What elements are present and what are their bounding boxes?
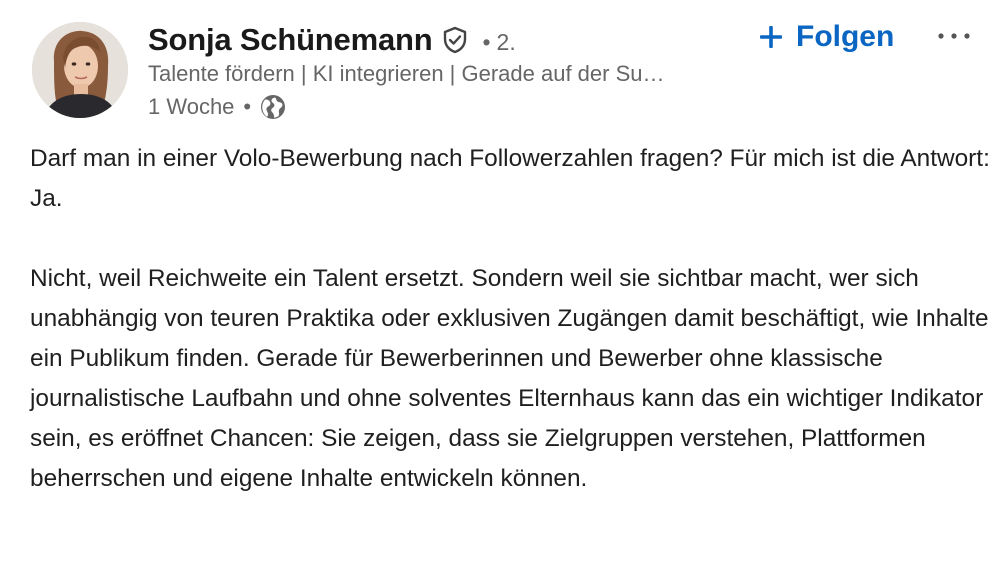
follow-label: Folgen bbox=[796, 20, 895, 53]
author-name-row: Sonja Schünemann • 2. bbox=[148, 18, 516, 62]
profile-photo-icon bbox=[32, 22, 128, 118]
linkedin-post: Sonja Schünemann • 2. Talente fördern | K… bbox=[0, 0, 1002, 562]
globe-icon bbox=[259, 93, 287, 121]
verified-shield-icon bbox=[440, 25, 470, 55]
degree-value: 2. bbox=[496, 28, 516, 55]
more-options-button[interactable] bbox=[934, 22, 974, 50]
connection-degree: • 2. bbox=[482, 29, 515, 56]
follow-button[interactable]: Folgen bbox=[758, 17, 894, 57]
meta-separator: • bbox=[243, 94, 252, 119]
post-meta: 1 Woche • bbox=[148, 91, 287, 123]
author-name[interactable]: Sonja Schünemann bbox=[148, 22, 433, 58]
ellipsis-icon bbox=[937, 27, 971, 45]
author-headline: Talente fördern | KI integrieren | Gerad… bbox=[148, 61, 665, 86]
plus-icon bbox=[758, 24, 784, 50]
author-avatar[interactable] bbox=[32, 22, 128, 118]
degree-separator: • bbox=[482, 28, 491, 55]
post-body: Darf man in einer Volo-Bewerbung nach Fo… bbox=[30, 139, 990, 499]
post-time[interactable]: 1 Woche bbox=[148, 94, 234, 120]
post-paragraph: Nicht, weil Reichweite ein Talent ersetz… bbox=[30, 265, 989, 492]
post-paragraph: Darf man in einer Volo-Bewerbung nach Fo… bbox=[30, 145, 990, 212]
